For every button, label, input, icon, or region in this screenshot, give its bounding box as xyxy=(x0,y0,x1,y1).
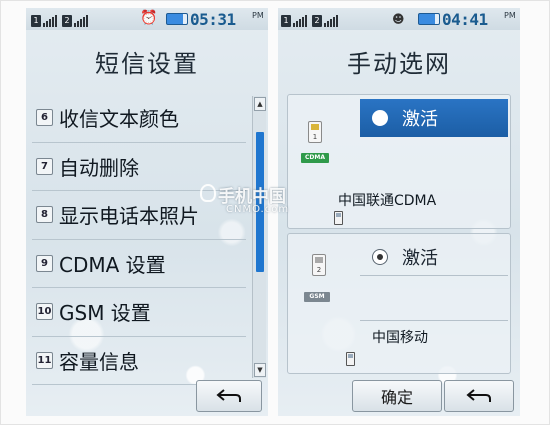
signal-icon: 1 xyxy=(281,11,307,27)
menu-item-label: GSM 设置 xyxy=(59,301,151,326)
status-ampm: PM xyxy=(504,11,516,20)
activate-label: 激活 xyxy=(402,247,438,269)
radio-unselected-icon xyxy=(372,248,388,265)
status-time: 04:41 xyxy=(442,10,488,29)
network-name: 中国移动 xyxy=(372,330,428,346)
page-title: 手动选网 xyxy=(347,50,451,78)
back-arrow-icon xyxy=(466,389,491,402)
divider xyxy=(360,320,508,321)
sim-card-icon: 2 xyxy=(312,254,326,276)
scrollbar[interactable]: ▲ ▼ xyxy=(252,96,266,378)
menu-number-badge: 7 xyxy=(36,157,53,175)
status-ampm: PM xyxy=(252,11,264,20)
scroll-down-arrow-icon[interactable]: ▼ xyxy=(254,363,266,377)
menu-item-label: CDMA 设置 xyxy=(59,252,166,277)
watermark: 手机中国 CNMO.com xyxy=(200,182,330,222)
radio-selected-icon xyxy=(372,110,388,126)
activate-option[interactable]: 激活 xyxy=(360,238,508,276)
handset-icon xyxy=(346,352,355,366)
signal-icon: 2 xyxy=(62,11,88,27)
menu-item-receive-text-color[interactable]: 6 收信文本颜色 xyxy=(32,94,246,143)
menu-number-badge: 6 xyxy=(36,109,53,127)
menu-item-cdma-settings[interactable]: 9 CDMA 设置 xyxy=(32,240,246,288)
status-time: 05:31 xyxy=(190,10,236,29)
menu-number-badge: 10 xyxy=(36,303,53,321)
menu-item-label: 收信文本颜色 xyxy=(59,107,179,132)
battery-icon xyxy=(166,13,188,25)
settings-menu: 6 收信文本颜色 7 自动删除 8 显示电话本照片 9 CDMA 设置 10 G… xyxy=(32,94,246,385)
scroll-up-arrow-icon[interactable]: ▲ xyxy=(254,97,266,111)
back-button[interactable] xyxy=(444,380,514,412)
battery-icon xyxy=(418,13,440,25)
status-bar: 1 2 ☻ 04:41 PM xyxy=(278,8,520,30)
signal-icon: 2 xyxy=(312,11,338,27)
sim-type-tag: CDMA xyxy=(301,153,329,163)
back-button[interactable] xyxy=(196,380,262,412)
sim-card-icon: 1 xyxy=(308,121,322,143)
activate-label: 激活 xyxy=(402,109,438,130)
status-bar: 1 2 ⏰ 05:31 PM xyxy=(26,8,268,30)
menu-item-label: 容量信息 xyxy=(59,349,139,374)
alarm-clock-icon: ⏰ xyxy=(140,10,158,26)
watermark-subtext: CNMO.com xyxy=(226,204,290,215)
person-icon: ☻ xyxy=(392,12,405,26)
menu-item-label: 显示电话本照片 xyxy=(59,204,199,229)
menu-item-label: 自动删除 xyxy=(59,155,139,180)
menu-item-gsm-settings[interactable]: 10 GSM 设置 xyxy=(32,288,246,337)
menu-item-capacity-info[interactable]: 11 容量信息 xyxy=(32,337,246,385)
network-card-gsm: 2 GSM 激活 中国移动 xyxy=(287,233,511,374)
activate-option-selected[interactable]: 激活 xyxy=(360,99,508,137)
menu-number-badge: 9 xyxy=(36,254,53,272)
menu-number-badge: 11 xyxy=(36,351,53,369)
watermark-logo-icon xyxy=(200,184,216,202)
back-arrow-icon xyxy=(216,389,241,402)
menu-number-badge: 8 xyxy=(36,206,53,224)
signal-icon: 1 xyxy=(31,11,57,27)
page-title: 短信设置 xyxy=(95,50,199,78)
confirm-button[interactable]: 确定 xyxy=(352,380,442,412)
network-name: 中国联通CDMA xyxy=(338,193,437,209)
sim-type-tag: GSM xyxy=(304,292,330,302)
handset-icon xyxy=(334,211,343,225)
